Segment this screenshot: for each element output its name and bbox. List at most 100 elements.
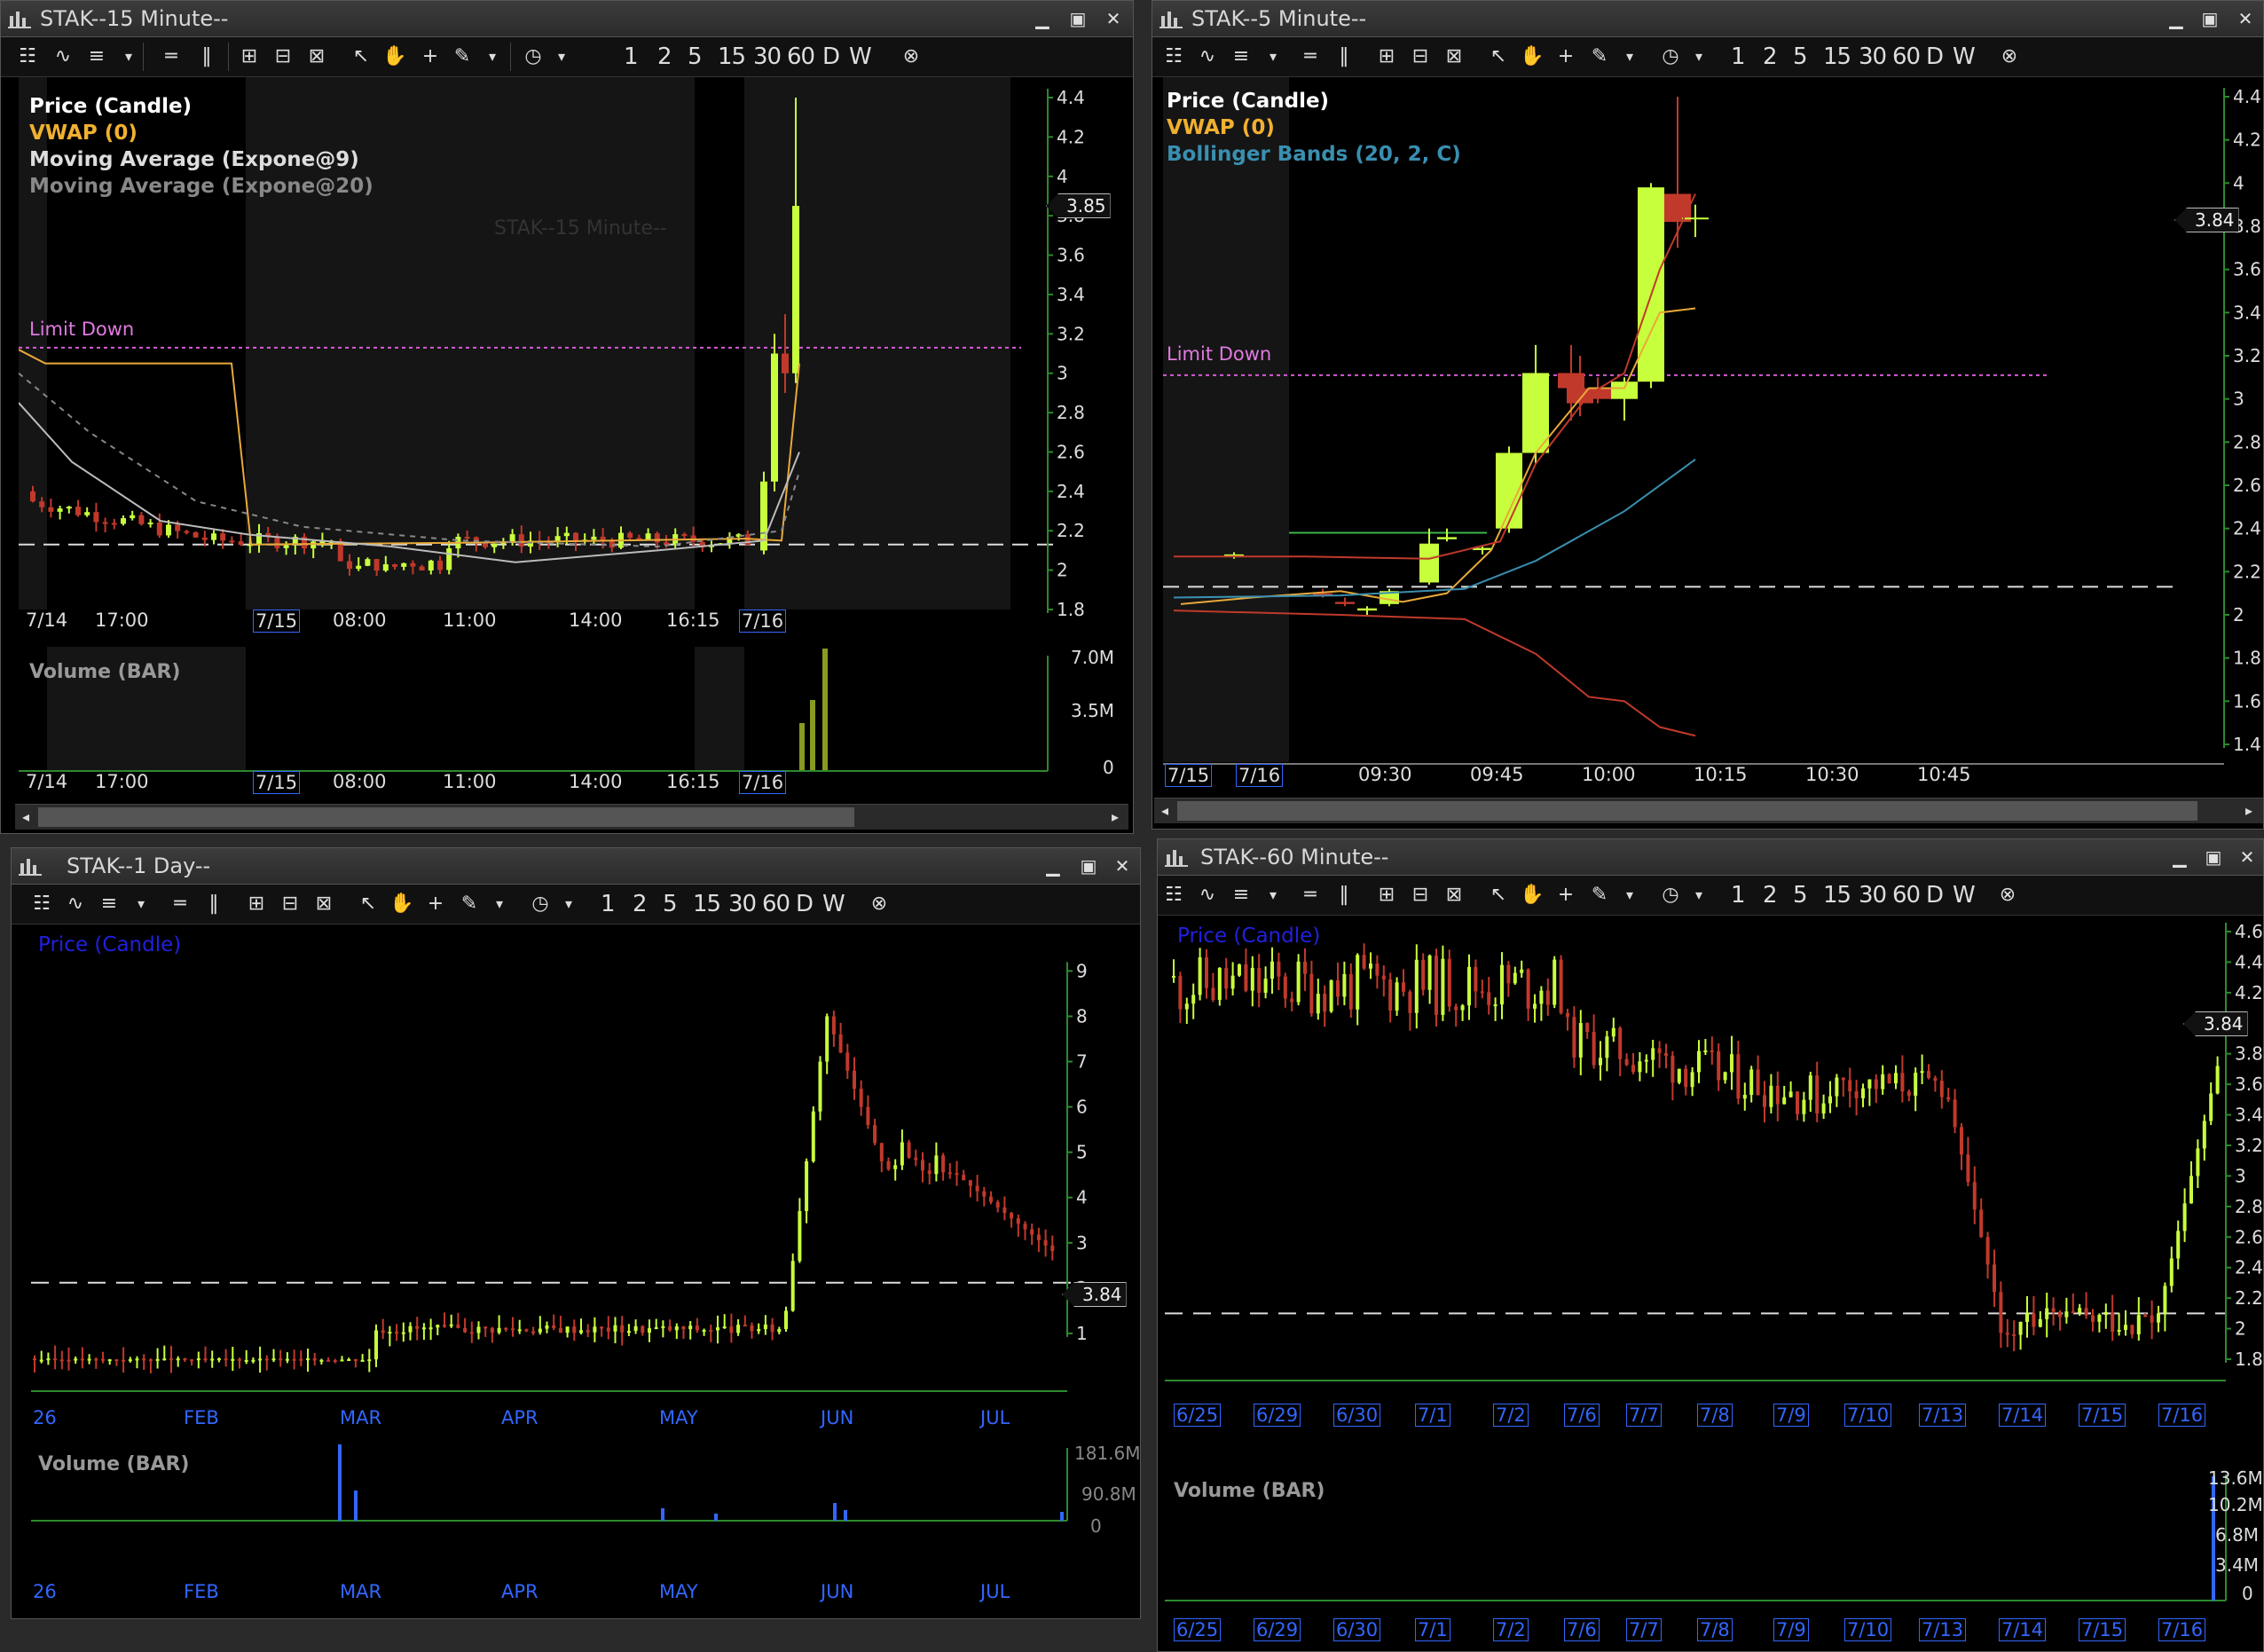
period-1[interactable]: 1 bbox=[1731, 883, 1745, 908]
crosshair-icon[interactable]: + bbox=[1553, 44, 1578, 69]
pointer-icon[interactable]: ↖ bbox=[349, 44, 373, 69]
period-w[interactable]: W bbox=[822, 892, 845, 916]
zoom-in-icon[interactable]: ⊞ bbox=[237, 44, 262, 69]
period-30[interactable]: 30 bbox=[753, 44, 781, 69]
period-5[interactable]: 5 bbox=[663, 892, 677, 916]
period-30[interactable]: 30 bbox=[1859, 883, 1886, 908]
volume-panel[interactable]: Volume (BAR) 7.0M 3.5M 0 bbox=[19, 647, 1128, 775]
volume-panel[interactable]: Volume (BAR) 181.6M 90.8M 0 bbox=[31, 1443, 1140, 1549]
period-15[interactable]: 15 bbox=[1823, 883, 1851, 908]
period-d[interactable]: D bbox=[822, 44, 839, 69]
vertical-line-icon[interactable]: ‖ bbox=[194, 44, 219, 69]
cancel-icon[interactable]: ⊗ bbox=[1997, 44, 2022, 69]
clock-icon[interactable]: ◷ bbox=[1658, 883, 1683, 908]
titlebar[interactable]: STAK--15 Minute-- ▁ ▣ ✕ bbox=[1, 1, 1133, 37]
zoom-fit-icon[interactable]: ⊟ bbox=[271, 44, 295, 69]
price-panel[interactable]: 4.44.243.83.63.43.232.82.62.42.221.8 Pri… bbox=[19, 77, 1128, 636]
period-1[interactable]: 1 bbox=[1731, 44, 1745, 69]
horizontal-scrollbar[interactable]: ◂ ▸ bbox=[15, 804, 1128, 830]
pointer-icon[interactable]: ↖ bbox=[1486, 44, 1511, 69]
zoom-fit-icon[interactable]: ⊟ bbox=[1408, 44, 1433, 69]
bar-chart-icon[interactable]: ☷ bbox=[15, 44, 40, 69]
period-1[interactable]: 1 bbox=[601, 892, 615, 916]
pan-hand-icon[interactable]: ✋ bbox=[1520, 44, 1545, 69]
vertical-line-icon[interactable]: ‖ bbox=[1332, 44, 1356, 69]
zoom-out-icon[interactable]: ⊠ bbox=[1442, 44, 1466, 69]
horizontal-line-icon[interactable]: ═ bbox=[1298, 883, 1323, 908]
titlebar[interactable]: STAK--1 Day-- ▁ ▣ ✕ bbox=[12, 848, 1140, 885]
pan-hand-icon[interactable]: ✋ bbox=[1520, 883, 1545, 908]
dropdown-icon[interactable]: ▾ bbox=[134, 892, 148, 916]
close-button[interactable]: ✕ bbox=[2235, 9, 2256, 28]
horizontal-line-icon[interactable]: ═ bbox=[168, 892, 193, 916]
studies-icon[interactable]: ≡ bbox=[1229, 883, 1254, 908]
vertical-line-icon[interactable]: ‖ bbox=[1332, 883, 1356, 908]
dropdown-icon[interactable]: ▾ bbox=[485, 44, 499, 69]
scroll-thumb[interactable] bbox=[1177, 801, 2197, 821]
scroll-right-icon[interactable]: ▸ bbox=[2242, 798, 2256, 823]
studies-icon[interactable]: ≡ bbox=[84, 44, 109, 69]
pointer-icon[interactable]: ↖ bbox=[356, 892, 381, 916]
pointer-icon[interactable]: ↖ bbox=[1486, 883, 1511, 908]
cancel-icon[interactable]: ⊗ bbox=[867, 892, 892, 916]
crosshair-icon[interactable]: + bbox=[418, 44, 443, 69]
titlebar[interactable]: STAK--60 Minute-- ▁ ▣ ✕ bbox=[1158, 839, 2263, 876]
period-2[interactable]: 2 bbox=[657, 44, 672, 69]
period-d[interactable]: D bbox=[1926, 44, 1943, 69]
studies-icon[interactable]: ≡ bbox=[97, 892, 122, 916]
zoom-out-icon[interactable]: ⊠ bbox=[304, 44, 329, 69]
period-w[interactable]: W bbox=[1953, 44, 1975, 69]
maximize-button[interactable]: ▣ bbox=[1067, 9, 1089, 28]
horizontal-line-icon[interactable]: ═ bbox=[1298, 44, 1323, 69]
draw-pencil-icon[interactable]: ✎ bbox=[457, 892, 482, 916]
price-panel[interactable]: 4.64.44.243.83.63.43.232.82.62.42.221.8 … bbox=[1165, 916, 2263, 1395]
crosshair-icon[interactable]: + bbox=[1553, 883, 1578, 908]
clock-icon[interactable]: ◷ bbox=[521, 44, 546, 69]
clock-icon[interactable]: ◷ bbox=[1658, 44, 1683, 69]
window-5-minute[interactable]: STAK--5 Minute-- ▁ ▣ ✕ ☷ ∿ ≡ ▾ ═ ‖ ⊞ ⊟ ⊠… bbox=[1152, 0, 2264, 830]
minimize-button[interactable]: ▁ bbox=[1042, 856, 1064, 876]
maximize-button[interactable]: ▣ bbox=[1078, 856, 1099, 876]
studies-icon[interactable]: ≡ bbox=[1229, 44, 1254, 69]
price-panel[interactable]: 987654321 Price (Candle) 3.84 bbox=[31, 924, 1140, 1421]
scroll-left-icon[interactable]: ◂ bbox=[19, 805, 33, 830]
cancel-icon[interactable]: ⊗ bbox=[899, 44, 924, 69]
period-60[interactable]: 60 bbox=[762, 892, 790, 916]
pan-hand-icon[interactable]: ✋ bbox=[382, 44, 407, 69]
scroll-left-icon[interactable]: ◂ bbox=[1158, 798, 1172, 823]
scroll-thumb[interactable] bbox=[38, 807, 854, 827]
period-30[interactable]: 30 bbox=[1859, 44, 1886, 69]
vertical-line-icon[interactable]: ‖ bbox=[201, 892, 226, 916]
period-w[interactable]: W bbox=[1953, 883, 1975, 908]
dropdown-icon[interactable]: ▾ bbox=[492, 892, 507, 916]
line-study-icon[interactable]: ∿ bbox=[1195, 883, 1220, 908]
titlebar[interactable]: STAK--5 Minute-- ▁ ▣ ✕ bbox=[1152, 1, 2263, 37]
period-15[interactable]: 15 bbox=[693, 892, 720, 916]
dropdown-icon[interactable]: ▾ bbox=[1266, 44, 1280, 69]
line-study-icon[interactable]: ∿ bbox=[51, 44, 75, 69]
window-1-day[interactable]: STAK--1 Day-- ▁ ▣ ✕ ☷ ∿ ≡ ▾ ═ ‖ ⊞ ⊟ ⊠ ↖ … bbox=[11, 847, 1141, 1619]
bar-chart-icon[interactable]: ☷ bbox=[1161, 44, 1186, 69]
dropdown-icon[interactable]: ▾ bbox=[1623, 44, 1637, 69]
zoom-in-icon[interactable]: ⊞ bbox=[1374, 883, 1399, 908]
dropdown-icon[interactable]: ▾ bbox=[562, 892, 576, 916]
zoom-in-icon[interactable]: ⊞ bbox=[1374, 44, 1399, 69]
crosshair-icon[interactable]: + bbox=[423, 892, 448, 916]
volume-panel[interactable]: Volume (BAR) 13.6M 10.2M 6.8M 3.4M 0 bbox=[1165, 1467, 2263, 1627]
minimize-button[interactable]: ▁ bbox=[2169, 847, 2190, 867]
line-study-icon[interactable]: ∿ bbox=[63, 892, 88, 916]
period-d[interactable]: D bbox=[1926, 883, 1943, 908]
zoom-fit-icon[interactable]: ⊟ bbox=[1408, 883, 1433, 908]
dropdown-icon[interactable]: ▾ bbox=[1623, 883, 1637, 908]
period-5[interactable]: 5 bbox=[1793, 883, 1807, 908]
draw-pencil-icon[interactable]: ✎ bbox=[1587, 883, 1612, 908]
bar-chart-icon[interactable]: ☷ bbox=[1161, 883, 1186, 908]
window-60-minute[interactable]: STAK--60 Minute-- ▁ ▣ ✕ ☷ ∿ ≡ ▾ ═ ‖ ⊞ ⊟ … bbox=[1157, 838, 2264, 1652]
draw-pencil-icon[interactable]: ✎ bbox=[1587, 44, 1612, 69]
period-2[interactable]: 2 bbox=[633, 892, 647, 916]
period-2[interactable]: 2 bbox=[1763, 44, 1777, 69]
draw-pencil-icon[interactable]: ✎ bbox=[450, 44, 475, 69]
dropdown-icon[interactable]: ▾ bbox=[1266, 883, 1280, 908]
horizontal-line-icon[interactable]: ═ bbox=[159, 44, 184, 69]
period-w[interactable]: W bbox=[849, 44, 871, 69]
